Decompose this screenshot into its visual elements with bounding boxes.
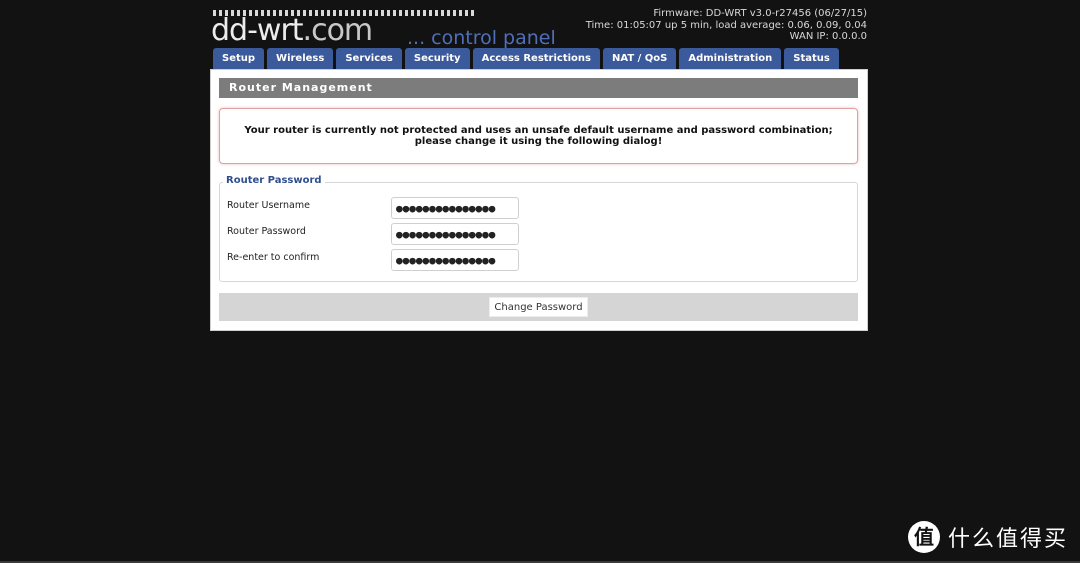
password-row: Router Password: [220, 223, 857, 245]
fieldset-legend: Router Password: [223, 175, 325, 186]
watermark-text: 什么值得买: [947, 527, 1068, 552]
watermark: 值 什么值得买: [907, 521, 1068, 553]
tab-services[interactable]: Services: [336, 48, 402, 69]
confirm-row: Re-enter to confirm: [220, 249, 857, 271]
tab-status[interactable]: Status: [784, 48, 839, 69]
tab-access-restrictions[interactable]: Access Restrictions: [472, 48, 600, 69]
section-title: Router Management: [219, 78, 858, 98]
logo-dotcom: .com: [302, 13, 374, 48]
tab-setup[interactable]: Setup: [213, 48, 265, 69]
uptime-load: Time: 01:05:07 up 5 min, load average: 0…: [585, 19, 867, 31]
ddwrt-logo: dd-wrt.com ... control panel: [211, 8, 571, 49]
wan-ip: WAN IP: 0.0.0.0: [789, 31, 867, 42]
security-warning: Your router is currently not protected a…: [219, 108, 858, 164]
change-password-button[interactable]: Change Password: [489, 297, 588, 317]
tab-security[interactable]: Security: [404, 48, 470, 69]
confirm-label: Re-enter to confirm: [227, 252, 320, 263]
main-panel: Router Management Your router is current…: [210, 69, 868, 331]
password-label: Router Password: [227, 226, 306, 237]
logo-text: dd-wrt.com: [211, 13, 374, 48]
logo-name: dd-wrt: [211, 13, 304, 48]
main-tabs: Setup Wireless Services Security Access …: [213, 48, 839, 69]
page: dd-wrt.com ... control panel Firmware: D…: [0, 0, 1080, 563]
router-password-fieldset: Router Password Router Username Router P…: [219, 175, 858, 282]
confirm-password-input[interactable]: [391, 249, 519, 271]
username-row: Router Username: [220, 197, 857, 219]
watermark-logo: 值: [907, 521, 940, 553]
warning-text: Your router is currently not protected a…: [244, 124, 833, 148]
button-bar: Change Password: [219, 293, 858, 321]
tab-administration[interactable]: Administration: [679, 48, 782, 69]
tab-wireless[interactable]: Wireless: [267, 48, 334, 69]
logo-subtitle: ... control panel: [407, 27, 556, 49]
username-label: Router Username: [227, 200, 310, 211]
password-input[interactable]: [391, 223, 519, 245]
firmware-info: Firmware: DD-WRT v3.0-r27456 (06/27/15) …: [586, 8, 867, 43]
firmware-version: Firmware: DD-WRT v3.0-r27456 (06/27/15): [653, 8, 867, 19]
tab-nat-qos[interactable]: NAT / QoS: [603, 48, 677, 69]
username-input[interactable]: [391, 197, 519, 219]
